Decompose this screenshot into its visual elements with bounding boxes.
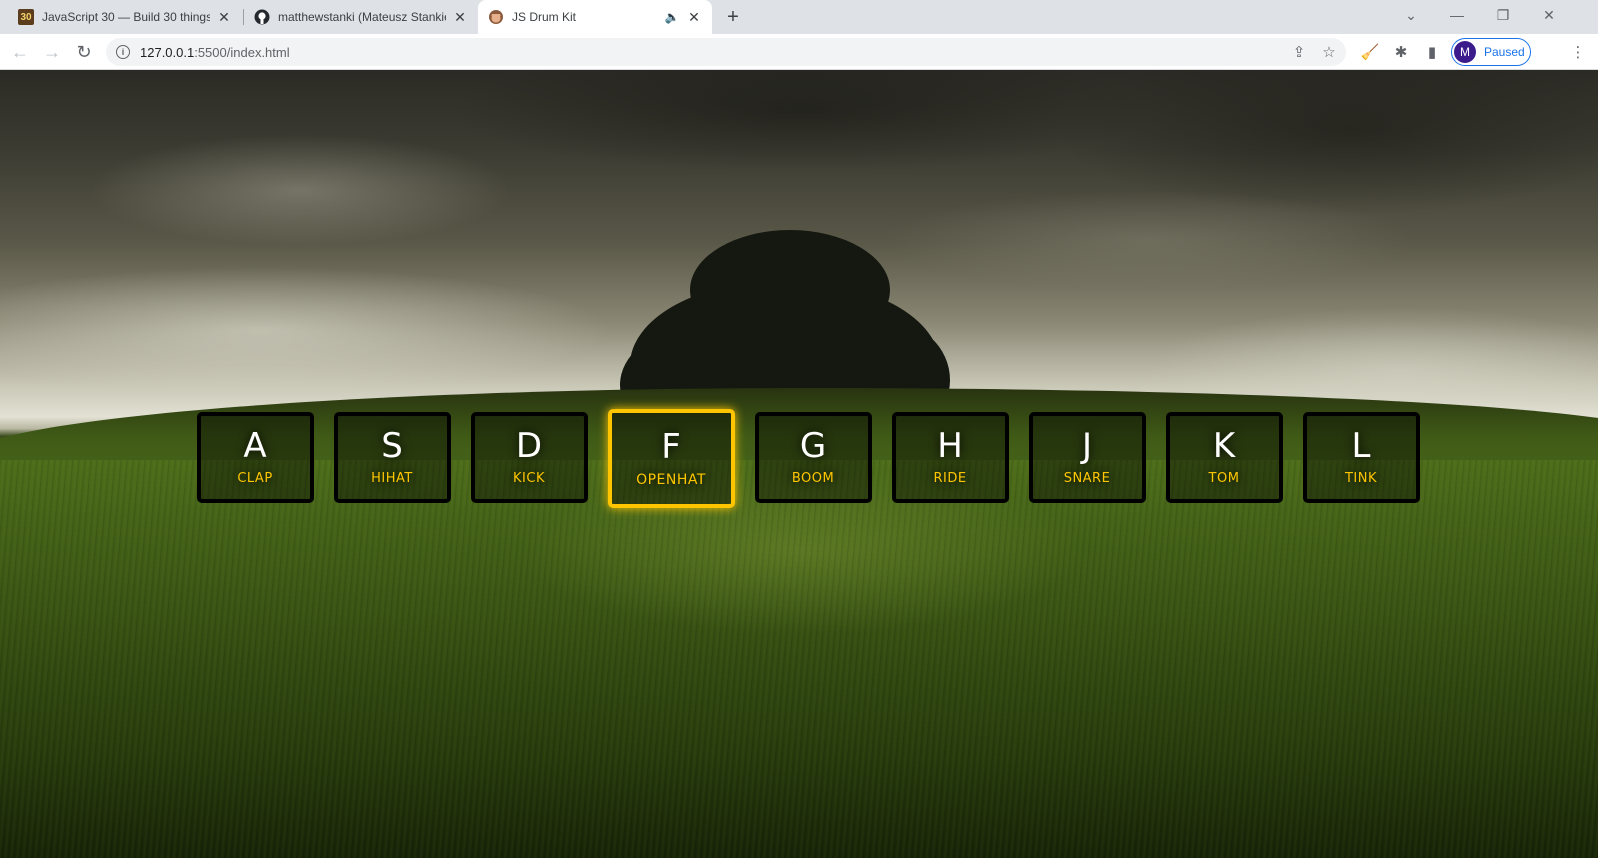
profile-button[interactable]: M Paused [1451,38,1531,66]
javascript30-favicon: 30 [18,9,34,25]
tab-title: JS Drum Kit [512,10,577,24]
browser-toolbar: ← → ↻ i 127.0.0.1:5500/index.html ⇪ ☆ 🧹 … [0,34,1598,70]
key-sound: tom [1208,471,1240,486]
key-letter: L [1351,426,1371,466]
page-content: A clap S hihat D kick F openhat G boom H… [0,70,1598,858]
key-letter: G [799,426,827,466]
address-bar[interactable]: i 127.0.0.1:5500/index.html ⇪ ☆ [106,38,1346,66]
restore-icon[interactable]: ❐ [1480,0,1526,30]
key-letter: H [937,426,963,466]
key-sound: clap [237,471,273,486]
audio-playing-icon[interactable]: 🔈 [664,9,680,25]
bookmark-star-icon[interactable]: ☆ [1316,38,1342,66]
key-g[interactable]: G boom [754,412,872,503]
close-icon[interactable]: ✕ [216,9,232,25]
key-sound: openhat [636,471,706,488]
tab-title: JavaScript 30 — Build 30 things w [42,10,210,24]
key-h[interactable]: H ride [891,412,1009,503]
avatar: M [1454,41,1476,63]
key-k[interactable]: K tom [1165,412,1283,503]
key-s[interactable]: S hihat [333,412,451,503]
key-letter: A [243,426,267,466]
menu-kebab-icon[interactable]: ⋮ [1564,38,1592,66]
share-icon[interactable]: ⇪ [1286,38,1312,66]
key-l[interactable]: L tink [1302,412,1420,503]
key-j[interactable]: J snare [1028,412,1146,503]
profile-status: Paused [1484,45,1525,59]
key-letter: K [1212,426,1236,466]
key-letter: F [661,426,681,467]
side-panel-icon[interactable]: ▮ [1418,38,1446,66]
key-sound: ride [933,471,967,486]
key-sound: hihat [371,471,413,486]
extensions-puzzle-icon[interactable]: ✱ [1387,38,1415,66]
key-letter: D [515,426,543,466]
key-sound: tink [1344,471,1378,486]
drum-keys: A clap S hihat D kick F openhat G boom H… [0,409,1598,508]
tab-search-icon[interactable]: ⌄ [1388,0,1434,30]
tab-github[interactable]: matthewstanki (Mateusz Stankiew ✕ [244,0,478,34]
key-sound: kick [513,471,545,486]
monkey-emoji-icon [488,9,504,25]
new-tab-button[interactable]: + [722,6,744,28]
grass-field [0,460,1598,858]
extension-broom-icon[interactable]: 🧹 [1356,38,1384,66]
close-icon[interactable]: ✕ [452,9,468,25]
tab-strip: 30 JavaScript 30 — Build 30 things w ✕ m… [0,0,1598,34]
key-a[interactable]: A clap [196,412,314,503]
url-text[interactable]: 127.0.0.1:5500/index.html [140,45,290,60]
key-sound: snare [1063,471,1111,486]
tab-javascript30[interactable]: 30 JavaScript 30 — Build 30 things w ✕ [8,0,242,34]
site-info-icon[interactable]: i [116,45,130,59]
tab-title: matthewstanki (Mateusz Stankiew [278,10,446,24]
key-letter: J [1081,426,1093,466]
github-icon [254,9,270,25]
tab-js-drum-kit[interactable]: JS Drum Kit 🔈 ✕ [478,0,712,34]
window-close-icon[interactable]: ✕ [1526,0,1572,30]
key-letter: S [381,426,403,466]
key-f[interactable]: F openhat [607,409,735,508]
forward-icon[interactable]: → [38,38,66,66]
key-d[interactable]: D kick [470,412,588,503]
key-sound: boom [791,471,835,486]
back-icon[interactable]: ← [6,38,34,66]
minimize-icon[interactable]: — [1434,0,1480,30]
reload-icon[interactable]: ↻ [70,38,98,66]
close-icon[interactable]: ✕ [686,9,702,25]
